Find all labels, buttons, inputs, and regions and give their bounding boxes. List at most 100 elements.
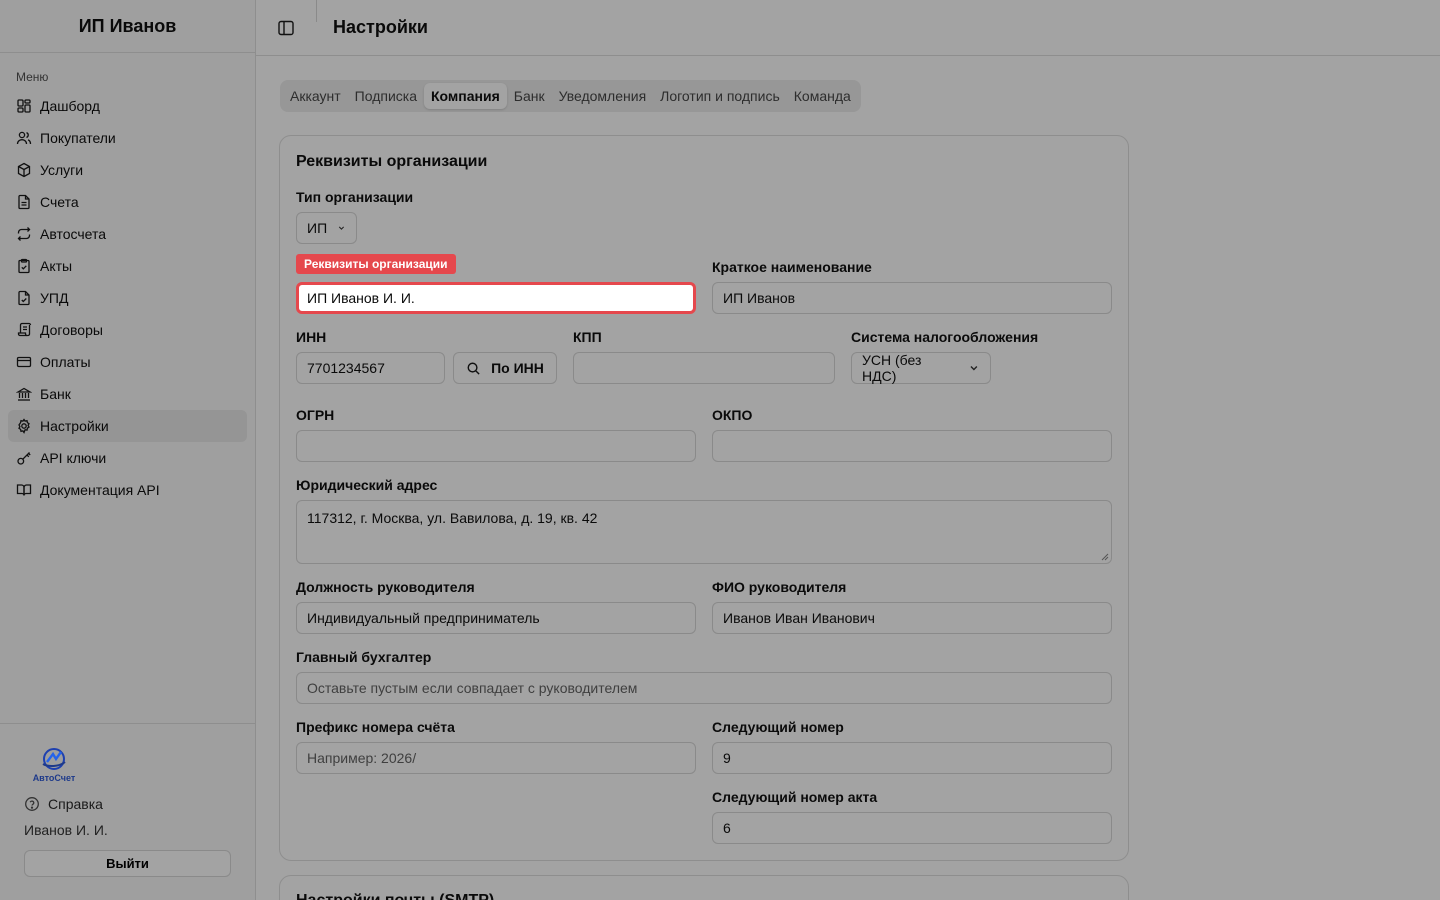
sidebar-item-label: Акты xyxy=(40,258,73,274)
menu-label: Меню xyxy=(16,70,49,84)
okpo-input[interactable] xyxy=(712,430,1112,462)
sidebar: ИП Иванов Меню Дашборд Покупатели Услуги… xyxy=(0,0,256,900)
org-type-select[interactable]: ИП xyxy=(296,212,357,244)
sidebar-item-customers[interactable]: Покупатели xyxy=(8,122,247,154)
sidebar-item-settings[interactable]: Настройки xyxy=(8,410,247,442)
sidebar-item-label: Автосчета xyxy=(40,226,107,242)
card-title: Реквизиты организации xyxy=(296,153,488,170)
sidebar-item-upd[interactable]: УПД xyxy=(8,282,247,314)
full-name-input[interactable]: ИП Иванов И. И. xyxy=(296,282,696,314)
chief-accountant-label: Главный бухгалтер xyxy=(296,649,432,665)
invoice-prefix-label: Префикс номера счёта xyxy=(296,719,455,735)
sidebar-item-dashboard[interactable]: Дашборд xyxy=(8,90,247,122)
sidebar-item-payments[interactable]: Оплаты xyxy=(8,346,247,378)
director-position-input[interactable]: Индивидуальный предприниматель xyxy=(296,602,696,634)
tab-team[interactable]: Команда xyxy=(787,83,858,109)
help-circle-icon xyxy=(25,797,39,811)
search-icon xyxy=(467,362,480,375)
header-divider xyxy=(316,0,317,22)
dashboard-icon xyxy=(17,99,31,113)
repeat-icon xyxy=(17,227,31,241)
sidebar-item-label: Оплаты xyxy=(40,354,91,370)
logo-mark-icon xyxy=(42,748,66,770)
resize-handle-icon[interactable] xyxy=(1101,553,1109,561)
key-icon xyxy=(17,452,31,465)
file-icon xyxy=(18,194,30,210)
clipboard-icon xyxy=(18,258,30,274)
kpp-label: КПП xyxy=(573,329,602,345)
inn-label: ИНН xyxy=(296,329,327,345)
tab-subscription[interactable]: Подписка xyxy=(348,83,424,109)
org-type-value: ИП xyxy=(307,220,328,236)
file-check-icon xyxy=(18,290,30,306)
sidebar-item-label: Дашборд xyxy=(40,98,100,114)
sidebar-item-contracts[interactable]: Договоры xyxy=(8,314,247,346)
tax-system-select[interactable]: УСН (без НДС) xyxy=(851,352,991,384)
logout-button[interactable]: Выйти xyxy=(24,850,231,877)
ogrn-label: ОГРН xyxy=(296,407,335,423)
smtp-card-title: Настройки почты (SMTP) xyxy=(296,892,494,900)
invoice-prefix-input[interactable]: Например: 2026/ xyxy=(296,742,696,774)
sidebar-item-label: Счета xyxy=(40,194,79,210)
legal-address-value: 117312, г. Москва, ул. Вавилова, д. 19, … xyxy=(307,510,598,526)
scroll-icon xyxy=(17,322,32,337)
inn-lookup-label: По ИНН xyxy=(491,360,544,376)
tab-logo-signature[interactable]: Логотип и подпись xyxy=(653,83,787,109)
help-label: Справка xyxy=(48,796,103,812)
next-number-input[interactable]: 9 xyxy=(712,742,1112,774)
inn-lookup-button[interactable]: По ИНН xyxy=(453,352,557,384)
sidebar-nav: Дашборд Покупатели Услуги Счета Автосчет… xyxy=(0,90,255,506)
chief-accountant-input[interactable]: Оставьте пустым если совпадает с руковод… xyxy=(296,672,1112,704)
app-logo[interactable]: АвтоСчет xyxy=(24,746,84,784)
sidebar-company-name: ИП Иванов xyxy=(0,0,255,53)
top-header: Настройки xyxy=(256,0,1440,56)
tab-notifications[interactable]: Уведомления xyxy=(552,83,654,109)
sidebar-item-label: Услуги xyxy=(40,162,84,178)
help-link[interactable]: Справка xyxy=(24,794,231,814)
org-type-label: Тип организации xyxy=(296,189,414,205)
page-title: Настройки xyxy=(333,17,428,37)
tax-system-value: УСН (без НДС) xyxy=(862,352,922,384)
users-icon xyxy=(16,131,32,145)
sidebar-item-services[interactable]: Услуги xyxy=(8,154,247,186)
next-act-number-input[interactable]: 6 xyxy=(712,812,1112,844)
sidebar-item-invoices[interactable]: Счета xyxy=(8,186,247,218)
tab-bank[interactable]: Банк xyxy=(507,83,552,109)
sidebar-footer: АвтоСчет Справка Иванов И. И. Выйти xyxy=(0,723,255,900)
ogrn-input[interactable] xyxy=(296,430,696,462)
gear-icon xyxy=(18,418,30,434)
user-name: Иванов И. И. xyxy=(24,822,108,838)
sidebar-toggle-icon[interactable] xyxy=(276,18,296,38)
tab-company[interactable]: Компания xyxy=(424,83,507,109)
sidebar-item-api-keys[interactable]: API ключи xyxy=(8,442,247,474)
inn-input[interactable]: 7701234567 xyxy=(296,352,445,384)
package-icon xyxy=(17,162,31,178)
sidebar-item-label: Документация API xyxy=(40,482,160,498)
sidebar-item-auto-invoices[interactable]: Автосчета xyxy=(8,218,247,250)
smtp-settings-card: Настройки почты (SMTP) xyxy=(279,875,1129,900)
legal-address-textarea[interactable]: 117312, г. Москва, ул. Вавилова, д. 19, … xyxy=(296,500,1112,564)
logo-text: АвтоСчет xyxy=(32,773,76,783)
sidebar-item-label: Договоры xyxy=(40,322,103,338)
director-name-label: ФИО руководителя xyxy=(712,579,847,595)
sidebar-item-api-docs[interactable]: Документация API xyxy=(8,474,247,506)
sidebar-item-label: Настройки xyxy=(40,418,109,434)
chevron-down-icon xyxy=(970,366,978,371)
credit-card-icon xyxy=(16,356,32,368)
bank-icon xyxy=(16,387,32,401)
sidebar-item-label: УПД xyxy=(40,290,69,306)
sidebar-item-label: API ключи xyxy=(40,450,107,466)
sidebar-item-acts[interactable]: Акты xyxy=(8,250,247,282)
kpp-input[interactable] xyxy=(573,352,835,384)
legal-address-label: Юридический адрес xyxy=(296,477,438,493)
sidebar-item-label: Покупатели xyxy=(40,130,116,146)
field-badge: Реквизиты организации xyxy=(296,254,456,274)
sidebar-item-bank[interactable]: Банк xyxy=(8,378,247,410)
settings-tabs: Аккаунт Подписка Компания Банк Уведомлен… xyxy=(280,80,861,112)
short-name-input[interactable]: ИП Иванов xyxy=(712,282,1112,314)
director-name-input[interactable]: Иванов Иван Иванович xyxy=(712,602,1112,634)
tab-account[interactable]: Аккаунт xyxy=(283,83,348,109)
sidebar-item-label: Банк xyxy=(40,386,71,402)
director-position-label: Должность руководителя xyxy=(296,579,475,595)
short-name-label: Краткое наименование xyxy=(712,259,872,275)
